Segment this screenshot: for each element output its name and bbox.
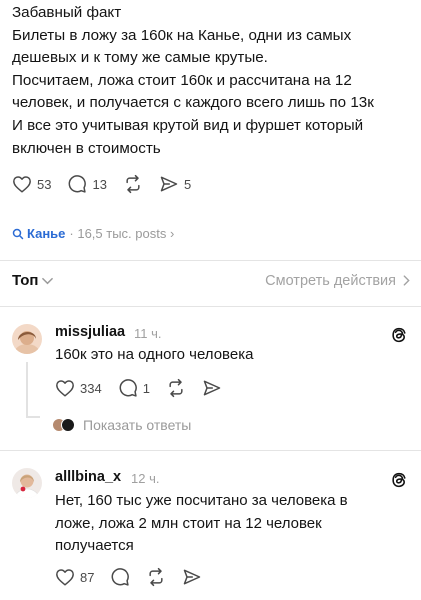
sort-label: Топ xyxy=(12,272,39,289)
like-button[interactable]: 53 xyxy=(12,175,51,193)
post-line: включен в стоимость xyxy=(12,139,161,157)
comment-icon xyxy=(69,175,87,193)
reply-count: 13 xyxy=(92,176,107,192)
chevron-down-icon xyxy=(42,277,54,284)
post-line: дешевых и к тому же самые крутые. xyxy=(12,49,268,67)
send-icon xyxy=(160,176,178,192)
threads-logo-icon[interactable] xyxy=(390,326,408,344)
post-line: Посчитаем, ложа стоит 160к и рассчитана … xyxy=(12,71,352,89)
post-title: Забавный факт xyxy=(12,4,122,21)
reply-username[interactable]: missjuliaa xyxy=(55,324,125,340)
heart-icon xyxy=(56,569,74,586)
reply-actions: 87 xyxy=(55,567,218,587)
repost-icon xyxy=(169,378,183,398)
divider xyxy=(0,306,421,307)
view-replies-link[interactable]: Показать ответы xyxy=(52,417,191,433)
topic-name[interactable]: Канье xyxy=(27,226,65,241)
thread-line xyxy=(26,416,40,418)
like-count: 87 xyxy=(80,569,95,585)
thread-line xyxy=(26,362,28,418)
post-body: Забавный факт Билеты в ложу за 160к на К… xyxy=(12,2,412,160)
reply-time: 11 ч. xyxy=(134,326,162,341)
comment-icon xyxy=(112,568,130,586)
reply-text: 160к это на одного человека xyxy=(55,346,254,363)
reply-username[interactable]: alllbina_x xyxy=(55,469,121,485)
divider xyxy=(0,450,421,451)
search-icon xyxy=(12,228,24,239)
divider xyxy=(0,260,421,261)
threads-logo-icon[interactable] xyxy=(390,471,408,489)
reply-button[interactable]: 1 xyxy=(118,378,150,398)
sort-dropdown[interactable]: Топ xyxy=(12,272,54,289)
like-button[interactable]: 334 xyxy=(55,379,102,397)
reply-text: Нет, 160 тыс уже посчитано за человека в… xyxy=(55,492,348,555)
like-button[interactable]: 87 xyxy=(55,568,94,586)
repost-icon xyxy=(126,174,140,194)
post-line: человек, и получается с каждого всего ли… xyxy=(12,94,374,112)
comment-icon xyxy=(119,379,137,397)
topic-meta: · 16,5 тыс. posts › xyxy=(69,226,175,241)
share-count: 5 xyxy=(183,176,192,192)
avatar xyxy=(61,418,75,432)
send-icon xyxy=(203,380,221,396)
view-activity-label: Смотреть действия xyxy=(265,272,396,289)
avatar[interactable] xyxy=(12,468,42,498)
sort-row: Топ Смотреть действия xyxy=(12,272,410,289)
view-replies-label: Показать ответы xyxy=(83,417,192,433)
send-icon xyxy=(184,569,201,585)
reply-actions: 334 1 xyxy=(55,378,238,398)
share-button[interactable] xyxy=(182,567,202,587)
repost-button[interactable] xyxy=(146,567,166,587)
chevron-right-icon xyxy=(403,275,410,286)
like-count: 53 xyxy=(37,176,52,192)
repost-button[interactable] xyxy=(166,378,186,398)
reply-button[interactable]: 13 xyxy=(67,174,107,194)
post-line: Билеты в ложу за 160к на Канье, одни из … xyxy=(12,26,352,44)
view-activity-link[interactable]: Смотреть действия xyxy=(265,273,410,289)
reply-count: 1 xyxy=(142,380,150,396)
repost-icon xyxy=(149,567,164,587)
share-button[interactable] xyxy=(202,378,222,398)
reply-time: 12 ч. xyxy=(131,471,160,486)
repost-button[interactable] xyxy=(123,174,143,194)
share-button[interactable]: 5 xyxy=(159,174,191,194)
post-actions: 53 13 5 xyxy=(12,174,207,194)
heart-icon xyxy=(56,380,74,397)
post-line: И все это учитывая крутой вид и фуршет к… xyxy=(12,116,364,134)
heart-icon xyxy=(13,176,31,193)
topic-tag[interactable]: Канье · 16,5 тыс. posts › xyxy=(12,226,174,241)
reply-button[interactable] xyxy=(110,567,130,587)
avatar[interactable] xyxy=(12,324,42,354)
like-count: 334 xyxy=(80,380,102,396)
